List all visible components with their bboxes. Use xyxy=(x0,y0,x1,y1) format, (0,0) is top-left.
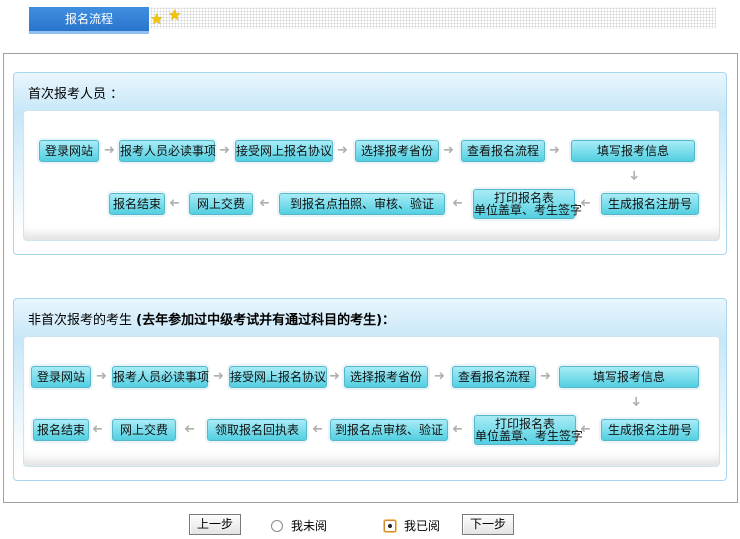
step-line: 单位盖章、考生签字 xyxy=(474,203,583,217)
step-fill-info: 填写报考信息 xyxy=(559,366,699,388)
step-pay-online: 网上交费 xyxy=(189,193,253,215)
step-generate-number: 生成报名注册号 xyxy=(601,419,699,441)
arrow-down-icon: ➜ xyxy=(627,396,643,407)
tab-registration-process[interactable]: 报名流程 xyxy=(29,7,149,34)
panel-repeat-candidates: 非首次报考的考生 (去年参加过中级考试并有通过科目的考生)： 登录网站 ➜ 报考… xyxy=(13,298,727,481)
section-title: 非首次报考的考生 (去年参加过中级考试并有通过科目的考生)： xyxy=(28,309,395,328)
step-generate-number: 生成报名注册号 xyxy=(601,193,699,215)
section-title: 首次报考人员 ： xyxy=(28,87,124,102)
step-print-form: 打印报名表 单位盖章、考生签字 xyxy=(474,415,583,445)
step-line: 单位盖章、考生签字 xyxy=(475,429,584,443)
next-step-button[interactable]: 下一步 xyxy=(462,514,514,535)
step-select-province: 选择报考省份 xyxy=(355,140,439,162)
step-collect-receipt: 领取报名回执表 xyxy=(207,419,307,441)
arrow-right-icon: ➜ xyxy=(213,369,224,384)
arrow-left-icon: ➜ xyxy=(259,196,270,211)
arrow-right-icon: ➜ xyxy=(434,369,445,384)
arrow-right-icon: ➜ xyxy=(337,143,348,158)
header-dotted-bar xyxy=(150,7,716,29)
flow-box: 登录网站 ➜ 报考人员必读事项 ➜ 接受网上报名协议 ➜ 选择报考省份 ➜ 查看… xyxy=(23,110,720,241)
tab-label: 报名流程 xyxy=(65,12,114,26)
radio-label: 我已阅 xyxy=(404,519,441,533)
step-view-process: 查看报名流程 xyxy=(461,140,545,162)
radio-not-read[interactable]: 我未阅 xyxy=(271,517,327,534)
flow-box: 登录网站 ➜ 报考人员必读事项 ➜ 接受网上报名协议 ➜ 选择报考省份 ➜ 查看… xyxy=(23,336,720,467)
radio-circle-selected[interactable] xyxy=(384,519,396,532)
step-select-province: 选择报考省份 xyxy=(344,366,428,388)
arrow-left-icon: ➜ xyxy=(312,422,323,437)
arrow-left-icon: ➜ xyxy=(169,196,180,211)
step-finish: 报名结束 xyxy=(109,193,165,215)
star-icon: ★ xyxy=(168,6,182,24)
arrow-left-icon: ➜ xyxy=(580,196,591,211)
step-accept-agreement: 接受网上报名协议 xyxy=(235,140,333,162)
arrow-right-icon: ➜ xyxy=(219,143,230,158)
step-must-read: 报考人员必读事项 xyxy=(119,140,216,162)
arrow-left-icon: ➜ xyxy=(184,422,195,437)
star-icon: ★ xyxy=(150,10,164,28)
step-finish: 报名结束 xyxy=(33,419,89,441)
arrow-left-icon: ➜ xyxy=(452,422,463,437)
radio-read[interactable]: 我已阅 xyxy=(384,517,440,534)
arrow-right-icon: ➜ xyxy=(329,369,340,384)
arrow-right-icon: ➜ xyxy=(549,143,560,158)
step-must-read: 报考人员必读事项 xyxy=(112,366,209,388)
step-view-process: 查看报名流程 xyxy=(452,366,536,388)
arrow-left-icon: ➜ xyxy=(92,422,103,437)
arrow-left-icon: ➜ xyxy=(580,422,591,437)
panel-first-time: 首次报考人员 ： 登录网站 ➜ 报考人员必读事项 ➜ 接受网上报名协议 ➜ 选择… xyxy=(13,72,727,255)
arrow-right-icon: ➜ xyxy=(540,369,551,384)
step-login: 登录网站 xyxy=(39,140,99,162)
arrow-right-icon: ➜ xyxy=(96,369,107,384)
section-title-note: (去年参加过中级考试并有通过科目的考生)： xyxy=(136,313,396,328)
prev-step-button[interactable]: 上一步 xyxy=(189,514,241,535)
arrow-right-icon: ➜ xyxy=(443,143,454,158)
step-pay-online: 网上交费 xyxy=(112,419,176,441)
step-photo-review-verify: 到报名点拍照、审核、验证 xyxy=(279,193,445,215)
arrow-down-icon: ➜ xyxy=(625,170,641,181)
step-review-verify: 到报名点审核、验证 xyxy=(330,419,448,441)
step-fill-info: 填写报考信息 xyxy=(571,140,695,162)
section-title-plain: 非首次报考的考生 xyxy=(28,313,133,328)
arrow-left-icon: ➜ xyxy=(452,196,463,211)
radio-label: 我未阅 xyxy=(291,519,328,533)
step-print-form: 打印报名表 单位盖章、考生签字 xyxy=(473,189,582,219)
step-accept-agreement: 接受网上报名协议 xyxy=(229,366,327,388)
arrow-right-icon: ➜ xyxy=(104,143,115,158)
radio-circle[interactable] xyxy=(271,519,283,532)
step-login: 登录网站 xyxy=(31,366,91,388)
